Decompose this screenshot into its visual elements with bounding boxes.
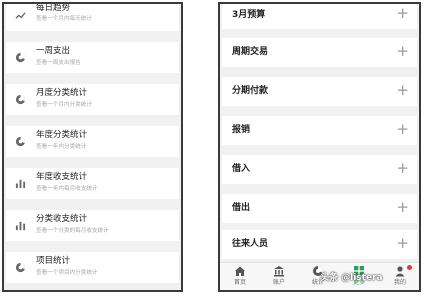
list-item-title: 周期交易: [232, 47, 269, 57]
plus-icon[interactable]: +: [396, 198, 409, 216]
plus-icon[interactable]: +: [396, 234, 409, 252]
statistics-list-screen: 每日趋势 查看一个月内每天统计 一周支出 查看一周支出报告 月度分类统计 查看一…: [2, 2, 183, 292]
pie-chart-icon: [15, 262, 26, 273]
list-item-category-income-expense[interactable]: 分类收支统计 查看一个分类的每月收支统计: [6, 210, 179, 241]
plus-icon[interactable]: +: [396, 81, 409, 99]
list-item-budget[interactable]: 3月预算 +: [222, 4, 417, 29]
plus-icon[interactable]: +: [396, 159, 409, 177]
tab-me[interactable]: 我的: [382, 265, 418, 290]
watermark-text: 头条 @listera: [320, 273, 383, 283]
list-item-subtitle: 查看一个月内分类统计: [36, 102, 92, 108]
list-item-title: 项目统计: [36, 256, 71, 266]
list-item-title: 年度收支统计: [36, 172, 88, 182]
pie-chart-icon: [15, 52, 26, 63]
home-icon: [235, 266, 245, 276]
list-item-monthly-category[interactable]: 月度分类统计 查看一个月内分类统计: [6, 84, 179, 115]
list-item-subtitle: 查看一年内分类统计: [36, 144, 87, 150]
trend-line-icon: [15, 12, 26, 19]
plus-icon[interactable]: +: [396, 4, 409, 22]
person-icon: [395, 266, 405, 277]
list-item-contacts[interactable]: 往来人员 +: [222, 230, 417, 259]
list-item-title: 借出: [232, 203, 251, 213]
tab-accounts[interactable]: 账户: [261, 265, 297, 290]
list-item-daily-trend[interactable]: 每日趋势 查看一个月内每天统计: [6, 3, 179, 31]
list-item-title: 报销: [232, 125, 251, 135]
plus-icon[interactable]: +: [396, 120, 409, 138]
screenshot-canvas: 每日趋势 查看一个月内每天统计 一周支出 查看一周支出报告 月度分类统计 查看一…: [0, 0, 430, 296]
list-item-installments[interactable]: 分期付款 +: [222, 77, 417, 106]
list-item-title: 每日趋势: [36, 3, 71, 13]
list-item-title: 往来人员: [232, 239, 269, 249]
list-item-project-statistics[interactable]: 项目统计 查看一个项目内分类统计: [6, 252, 179, 283]
list-item-weekly-expense[interactable]: 一周支出 查看一周支出报告: [6, 42, 179, 73]
list-item-lend-out[interactable]: 借出 +: [222, 194, 417, 223]
list-item-title: 一周支出: [36, 46, 71, 56]
bar-chart-icon: [15, 221, 26, 231]
bar-chart-icon: [15, 179, 26, 189]
notification-badge: [407, 265, 412, 270]
list-item-yearly-category[interactable]: 年度分类统计 查看一年内分类统计: [6, 126, 179, 157]
list-item-subtitle: 查看一个月内每天统计: [36, 16, 92, 22]
list-item-title: 月度分类统计: [36, 88, 88, 98]
list-item-subtitle: 查看一年内每月收支统计: [36, 186, 98, 192]
bank-icon: [274, 266, 284, 277]
list-item-subtitle: 查看一周支出报告: [36, 60, 81, 66]
list-item-title: 3月预算: [232, 10, 266, 20]
list-item-recurring-transactions[interactable]: 周期交易 +: [222, 38, 417, 67]
tab-label: 我的: [393, 279, 406, 286]
list-item-title: 借入: [232, 164, 251, 174]
list-item-yearly-income-expense[interactable]: 年度收支统计 查看一年内每月收支统计: [6, 168, 179, 199]
tab-label: 账户: [272, 279, 285, 286]
list-item-title: 分期付款: [232, 86, 269, 96]
more-features-screen: 3月预算 + 周期交易 + 分期付款 + 报销 + 借入 + 借出 + 往来人员…: [218, 2, 421, 292]
tab-label: 首页: [233, 279, 246, 286]
pie-chart-icon: [15, 94, 26, 105]
pie-chart-icon: [15, 136, 26, 147]
list-item-subtitle: 查看一个分类的每月收支统计: [36, 228, 109, 234]
list-item-title: 分类收支统计: [36, 214, 88, 224]
list-item-title: 年度分类统计: [36, 130, 88, 140]
list-item-subtitle: 查看一个项目内分类统计: [36, 270, 98, 276]
plus-icon[interactable]: +: [396, 42, 409, 60]
tab-home[interactable]: 首页: [222, 265, 258, 290]
list-item-reimbursement[interactable]: 报销 +: [222, 116, 417, 145]
list-item-borrow-in[interactable]: 借入 +: [222, 155, 417, 184]
